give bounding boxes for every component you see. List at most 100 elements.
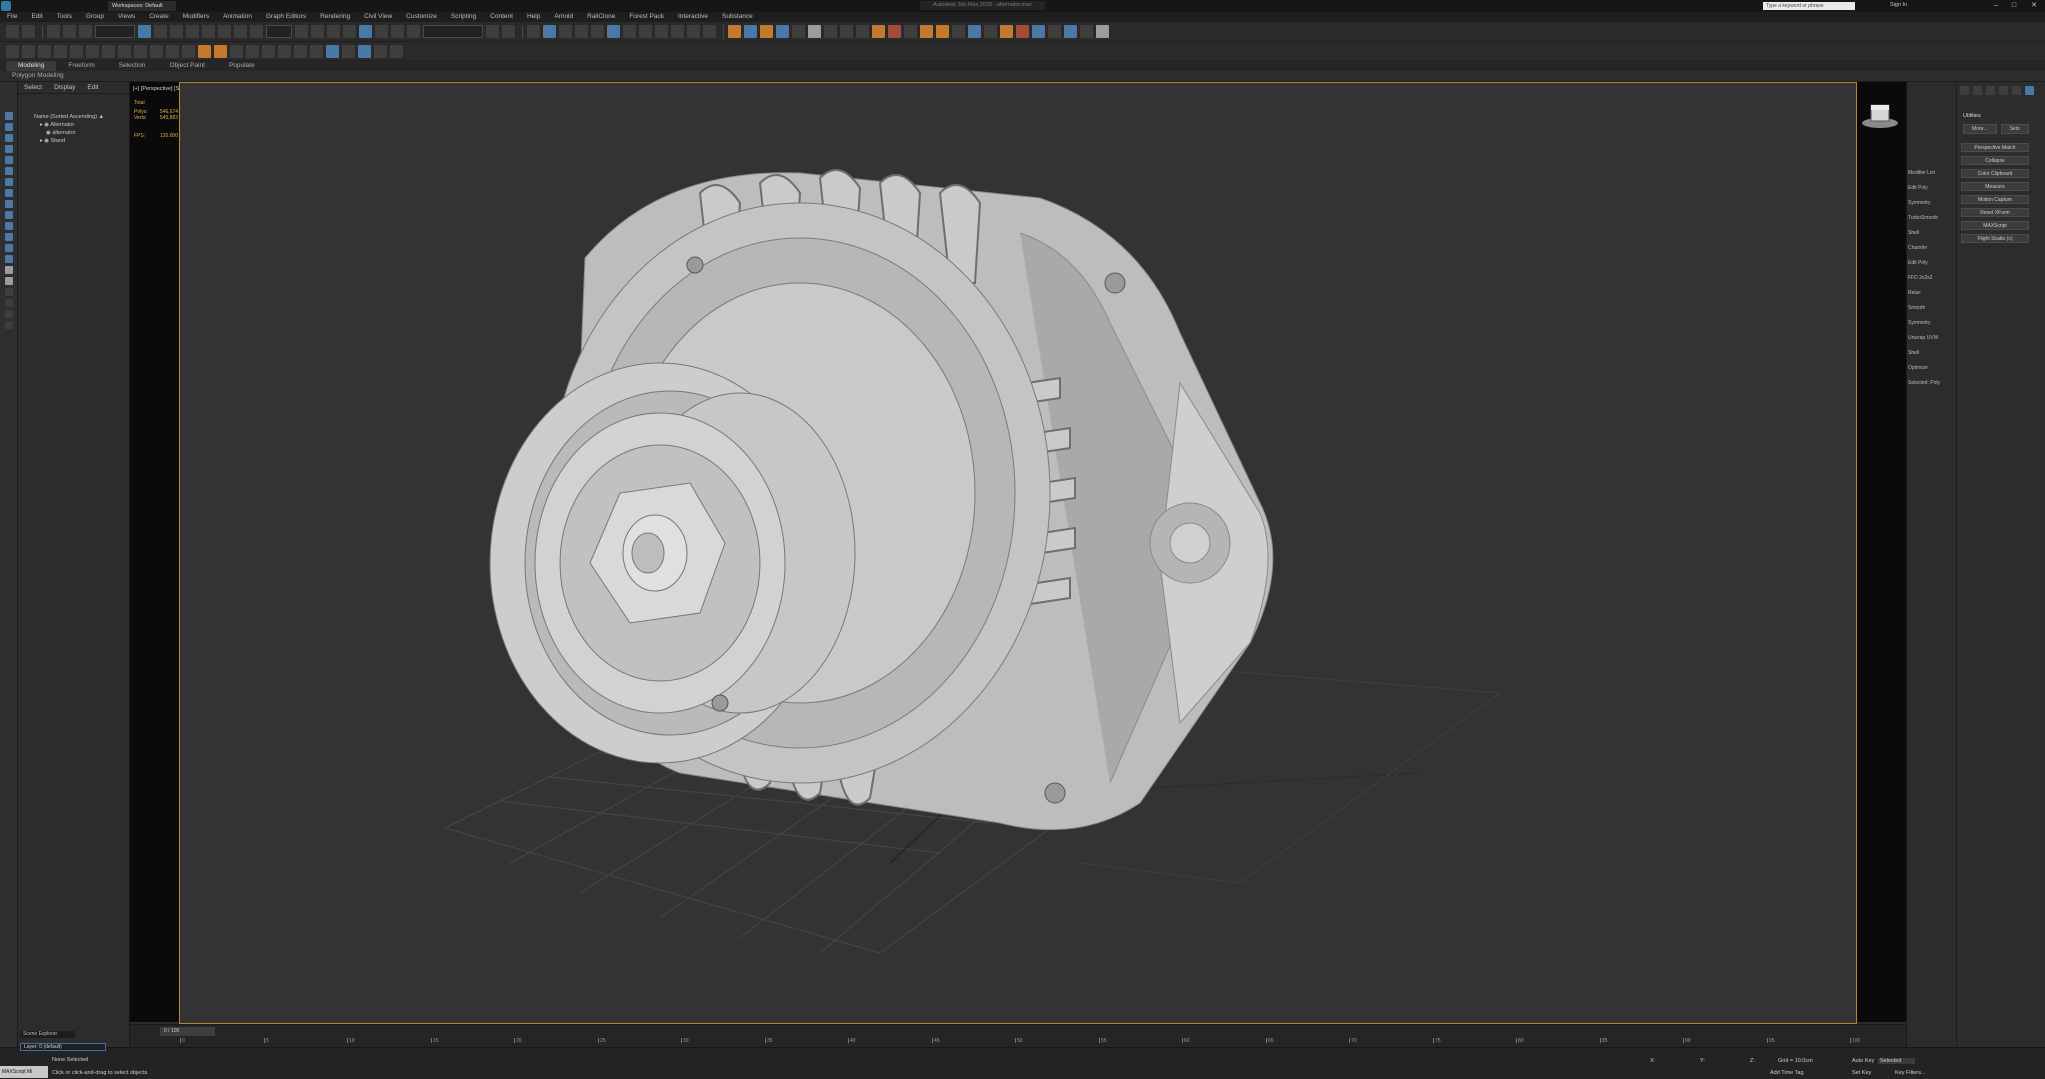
modifier-stack-item[interactable]: FFD 2x2x2 bbox=[1908, 275, 1932, 281]
undo-icon[interactable] bbox=[6, 25, 19, 38]
utilities-tab-icon[interactable] bbox=[2025, 86, 2034, 95]
menu-item-forest-pack[interactable]: Forest Pack bbox=[622, 12, 671, 22]
create-helpers-icon[interactable] bbox=[70, 44, 83, 58]
cone-icon[interactable] bbox=[182, 44, 195, 58]
utility-button-perspective-match[interactable]: Perspective Match bbox=[1961, 143, 2029, 152]
vray-fur-icon[interactable] bbox=[984, 25, 997, 38]
workspace-selector[interactable]: Workspaces: Default bbox=[108, 1, 176, 11]
motion-tab-icon[interactable] bbox=[1999, 86, 2008, 95]
menu-item-customize[interactable]: Customize bbox=[399, 12, 444, 22]
water-icon[interactable] bbox=[776, 25, 789, 38]
modifier-stack-item[interactable]: Smooth bbox=[1908, 305, 1925, 311]
utility-button-color-clipboard[interactable]: Color Clipboard bbox=[1961, 169, 2029, 178]
keyboard-shortcut-icon[interactable] bbox=[327, 25, 340, 38]
select-by-name-icon[interactable] bbox=[154, 25, 167, 38]
curve-editor-icon[interactable] bbox=[575, 25, 588, 38]
create-shapes-icon[interactable] bbox=[22, 44, 35, 58]
display-frozen-icon[interactable] bbox=[4, 233, 13, 241]
create-systems-icon[interactable] bbox=[102, 44, 115, 58]
display-shapes-icon[interactable] bbox=[4, 134, 13, 142]
place-icon[interactable] bbox=[250, 25, 263, 38]
reference-coordinate-dropdown[interactable] bbox=[266, 25, 292, 38]
point-icon[interactable] bbox=[278, 44, 291, 58]
maximize-icon[interactable]: □ bbox=[2008, 1, 2020, 10]
display-none-icon[interactable] bbox=[4, 112, 13, 120]
menu-item-help[interactable]: Help bbox=[520, 12, 547, 22]
create-tab-icon[interactable] bbox=[1960, 86, 1969, 95]
modify-tab-icon[interactable] bbox=[1973, 86, 1982, 95]
menu-item-interactive[interactable]: Interactive bbox=[671, 12, 715, 22]
vray-proxy-icon[interactable] bbox=[968, 25, 981, 38]
layer-selector[interactable]: Layer: 0 (default) bbox=[20, 1043, 106, 1051]
angle-snap-icon[interactable] bbox=[359, 25, 372, 38]
menu-item-file[interactable]: File bbox=[0, 12, 24, 22]
tab-edit[interactable]: Edit bbox=[81, 82, 104, 93]
vray-clipper-icon[interactable] bbox=[1048, 25, 1061, 38]
snaps-toggle-icon[interactable] bbox=[343, 25, 356, 38]
menu-item-scripting[interactable]: Scripting bbox=[444, 12, 483, 22]
utility-button-maxscript[interactable]: MAXScript bbox=[1961, 221, 2029, 230]
menu-item-tools[interactable]: Tools bbox=[50, 12, 79, 22]
vray-env-icon[interactable] bbox=[1064, 25, 1077, 38]
spinner-snap-icon[interactable] bbox=[391, 25, 404, 38]
layer-explorer-icon[interactable] bbox=[543, 25, 556, 38]
ribbon-tab-selection[interactable]: Selection bbox=[107, 61, 158, 71]
modifier-stack-item[interactable]: Symmetry bbox=[1908, 320, 1931, 326]
cylinder-icon[interactable] bbox=[166, 44, 179, 58]
phoenix-fd-icon[interactable] bbox=[872, 25, 885, 38]
vray-light-icon[interactable] bbox=[920, 25, 933, 38]
utility-button-measure[interactable]: Measure bbox=[1961, 182, 2029, 191]
display-cameras-icon[interactable] bbox=[4, 156, 13, 164]
scatter-icon[interactable] bbox=[792, 25, 805, 38]
box-gizmo-icon[interactable] bbox=[342, 44, 355, 58]
ribbon-toggle-icon[interactable] bbox=[559, 25, 572, 38]
modifier-stack-item[interactable]: Chamfer bbox=[1908, 245, 1927, 251]
menu-item-content[interactable]: Content bbox=[483, 12, 520, 22]
fire-effect-icon[interactable] bbox=[760, 25, 773, 38]
display-tab-icon[interactable] bbox=[2012, 86, 2021, 95]
unlink-icon[interactable] bbox=[63, 25, 76, 38]
align-icon[interactable] bbox=[502, 25, 515, 38]
utility-button-motion-capture[interactable]: Motion Capture bbox=[1961, 195, 2029, 204]
sphere-icon[interactable] bbox=[150, 44, 163, 58]
select-object-icon[interactable] bbox=[138, 25, 151, 38]
play-icon[interactable] bbox=[808, 25, 821, 38]
modifier-stack-item[interactable]: Unwrap UVW bbox=[1908, 335, 1938, 341]
vray-sphere-icon[interactable] bbox=[1032, 25, 1045, 38]
vray-plane-icon[interactable] bbox=[1016, 25, 1029, 38]
display-groups-icon[interactable] bbox=[4, 189, 13, 197]
pause-icon[interactable] bbox=[824, 25, 837, 38]
display-all-icon[interactable] bbox=[4, 255, 13, 263]
help-icon[interactable] bbox=[1096, 25, 1109, 38]
modifier-stack-item[interactable]: Optimize bbox=[1908, 365, 1928, 371]
filter-icon[interactable] bbox=[4, 277, 13, 285]
link-icon[interactable] bbox=[47, 25, 60, 38]
utility-button-reset-xform[interactable]: Reset XForm bbox=[1961, 208, 2029, 217]
sun-icon[interactable] bbox=[214, 44, 227, 58]
maxscript-listener[interactable]: MAXScript Mi bbox=[0, 1066, 48, 1078]
ribbon-tab-object-paint[interactable]: Object Paint bbox=[158, 61, 217, 71]
alternator-model[interactable] bbox=[180, 83, 1858, 1025]
lock-icon[interactable] bbox=[4, 321, 13, 329]
signin-button[interactable]: Sign In bbox=[1890, 2, 1907, 8]
stop-icon[interactable] bbox=[840, 25, 853, 38]
menu-item-animation[interactable]: Animation bbox=[216, 12, 259, 22]
cylinder-gizmo-icon[interactable] bbox=[358, 44, 371, 58]
schematic-view-icon[interactable] bbox=[591, 25, 604, 38]
light-bulb-icon[interactable] bbox=[198, 44, 211, 58]
vray-mesh-icon[interactable] bbox=[1000, 25, 1013, 38]
vray-camera-icon[interactable] bbox=[952, 25, 965, 38]
compass-icon[interactable] bbox=[294, 44, 307, 58]
sphere-gizmo-icon[interactable] bbox=[326, 44, 339, 58]
timeline-track[interactable]: 0 5 10 15 20 25 30 35 40 45 50 55 60 65 70 75 80 85 90 95 10… bbox=[180, 1038, 1860, 1046]
more-button[interactable]: More... bbox=[1963, 124, 1997, 134]
pivot-center-icon[interactable] bbox=[295, 25, 308, 38]
modifier-stack-item[interactable]: TurboSmooth bbox=[1908, 215, 1938, 221]
rectangle-icon[interactable] bbox=[118, 44, 131, 58]
render-setup-icon[interactable] bbox=[623, 25, 636, 38]
display-lights-icon[interactable] bbox=[4, 145, 13, 153]
utility-button-flight-studio-c-[interactable]: Flight Studio (c) bbox=[1961, 234, 2029, 243]
sets-button[interactable]: Sets bbox=[2000, 124, 2029, 134]
menu-item-edit[interactable]: Edit bbox=[24, 12, 49, 22]
scale-icon[interactable] bbox=[234, 25, 247, 38]
